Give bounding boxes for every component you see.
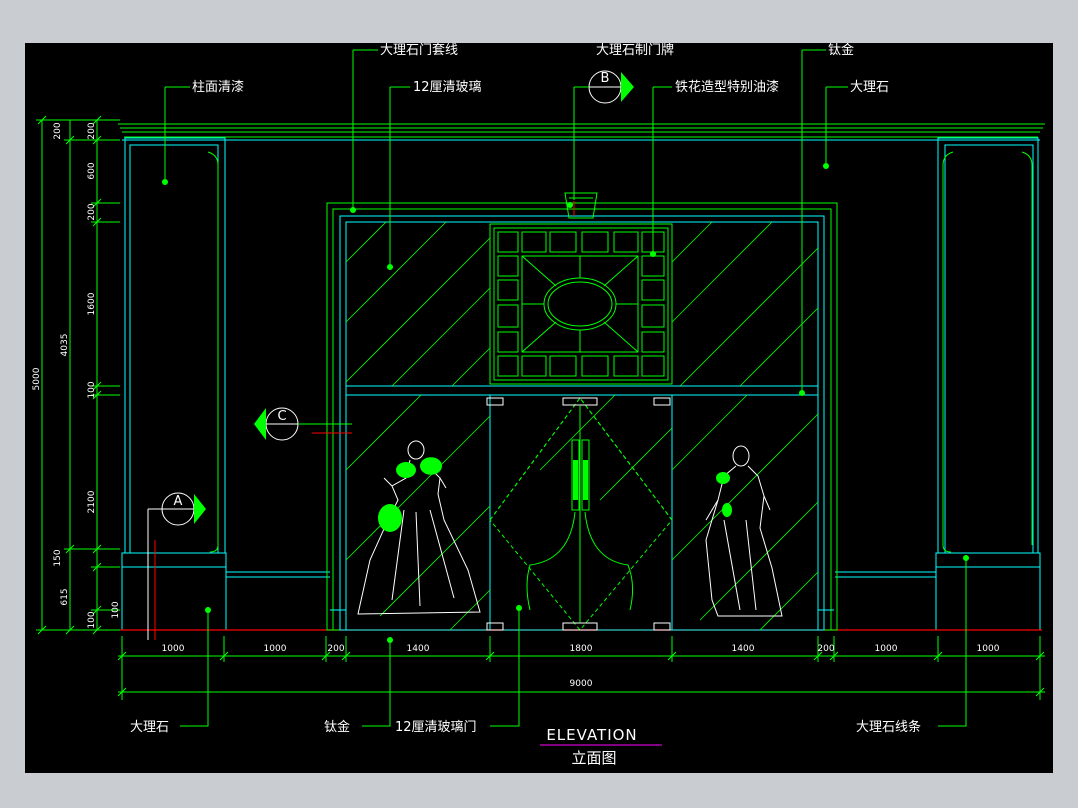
section-marker-c — [254, 407, 352, 441]
hdim-1400-b: 1400 — [732, 644, 755, 654]
vdim-outer-200: 200 — [53, 122, 63, 139]
bride-figure-left — [357, 440, 481, 615]
glass-hatching — [345, 221, 819, 631]
hdim-1000-d: 1000 — [977, 644, 1000, 654]
leader-lines — [164, 49, 967, 727]
door-frame — [326, 202, 838, 631]
callout-glass-door-12mm: 12厘清玻璃门 — [395, 720, 477, 735]
vdim-100-b: 100 — [87, 611, 97, 628]
right-column — [935, 137, 1041, 631]
vdim-200-a: 200 — [87, 122, 97, 139]
vertical-dimension-lines — [36, 115, 120, 635]
hdim-9000: 9000 — [570, 679, 593, 689]
hdim-1400-a: 1400 — [407, 644, 430, 654]
section-mark-a-label: A — [174, 494, 183, 509]
section-mark-b-label: B — [601, 71, 610, 86]
callout-titanium-gold-bottom: 钛金 — [324, 719, 350, 735]
left-column — [121, 137, 227, 631]
hdim-1000-a: 1000 — [162, 644, 185, 654]
elevation-drawing: B C A 大理石门套线 大理石制门牌 钛金 柱面清漆 12厘清玻璃 铁花造型特… — [32, 43, 1045, 767]
hdim-200-a: 200 — [327, 644, 344, 654]
vdim-150: 150 — [53, 549, 63, 566]
vdim-5000: 5000 — [32, 367, 42, 390]
section-marker-b — [573, 70, 634, 200]
callout-glass-12mm: 12厘清玻璃 — [413, 80, 482, 95]
callout-titanium-gold-top: 钛金 — [828, 43, 854, 58]
section-mark-c-label: C — [277, 409, 286, 424]
callout-marble-bottom: 大理石 — [130, 720, 169, 735]
vdim-1600: 1600 — [87, 292, 97, 315]
drawing-subtitle: 立面图 — [571, 749, 616, 767]
vdim-4035: 4035 — [60, 334, 70, 357]
glass-doors — [486, 397, 673, 631]
vdim-600: 600 — [87, 162, 97, 179]
callout-column-varnish: 柱面清漆 — [192, 79, 244, 95]
hdim-200-b: 200 — [817, 644, 834, 654]
hdim-1000-c: 1000 — [875, 644, 898, 654]
top-cornice — [118, 123, 1045, 141]
cad-drawing-canvas: B C A 大理石门套线 大理石制门牌 钛金 柱面清漆 12厘清玻璃 铁花造型特… — [25, 43, 1053, 773]
wrought-iron-lattice — [489, 223, 673, 385]
hdim-1800: 1800 — [570, 644, 593, 654]
callout-marble-top: 大理石 — [850, 80, 889, 95]
vdim-2100: 2100 — [87, 490, 97, 513]
leader-dots — [162, 163, 969, 643]
callout-marble-door-frame: 大理石门套线 — [380, 43, 458, 58]
callout-marble-strip: 大理石线条 — [856, 719, 921, 735]
vdim-615: 615 — [60, 588, 70, 605]
drawing-title: ELEVATION — [546, 726, 637, 744]
hdim-1000-b: 1000 — [264, 644, 287, 654]
base-skirting — [120, 571, 1042, 631]
bride-figure-right — [705, 445, 783, 617]
vdim-100-c: 100 — [111, 601, 121, 618]
vdim-200-b: 200 — [87, 203, 97, 220]
callout-marble-door-plate: 大理石制门牌 — [596, 43, 674, 58]
vdim-100-a: 100 — [87, 381, 97, 398]
callout-wrought-iron-paint: 铁花造型特别油漆 — [675, 79, 779, 95]
